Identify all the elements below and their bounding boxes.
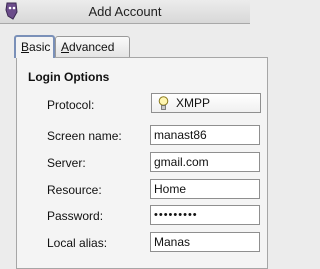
section-title: Login Options (28, 70, 110, 84)
protocol-label: Protocol: (47, 98, 95, 112)
screen-name-label: Screen name: (47, 129, 122, 143)
local-alias-input[interactable]: Manas (150, 232, 260, 252)
window-title: Add Account (88, 4, 162, 19)
protocol-value: XMPP (176, 96, 211, 110)
tab-advanced-mnemonic: A (61, 40, 70, 54)
screen-name-input[interactable]: manast86 (150, 125, 260, 145)
password-input[interactable]: ••••••••• (150, 205, 260, 225)
resource-label: Resource: (47, 183, 102, 197)
title-bar: Add Account (0, 0, 250, 24)
tab-advanced[interactable]: Advanced (55, 36, 130, 57)
password-label: Password: (47, 209, 104, 223)
resource-input[interactable]: Home (150, 179, 260, 199)
tab-basic[interactable]: Basic (14, 35, 55, 58)
tab-basic-label: asic (29, 40, 51, 54)
local-alias-label: Local alias: (47, 236, 108, 250)
protocol-select[interactable]: XMPP (151, 93, 261, 113)
tab-basic-mnemonic: B (21, 40, 30, 54)
lightbulb-icon (158, 96, 169, 110)
tab-advanced-label: dvanced (69, 40, 115, 54)
server-input[interactable]: gmail.com (150, 152, 260, 172)
server-label: Server: (47, 156, 86, 170)
